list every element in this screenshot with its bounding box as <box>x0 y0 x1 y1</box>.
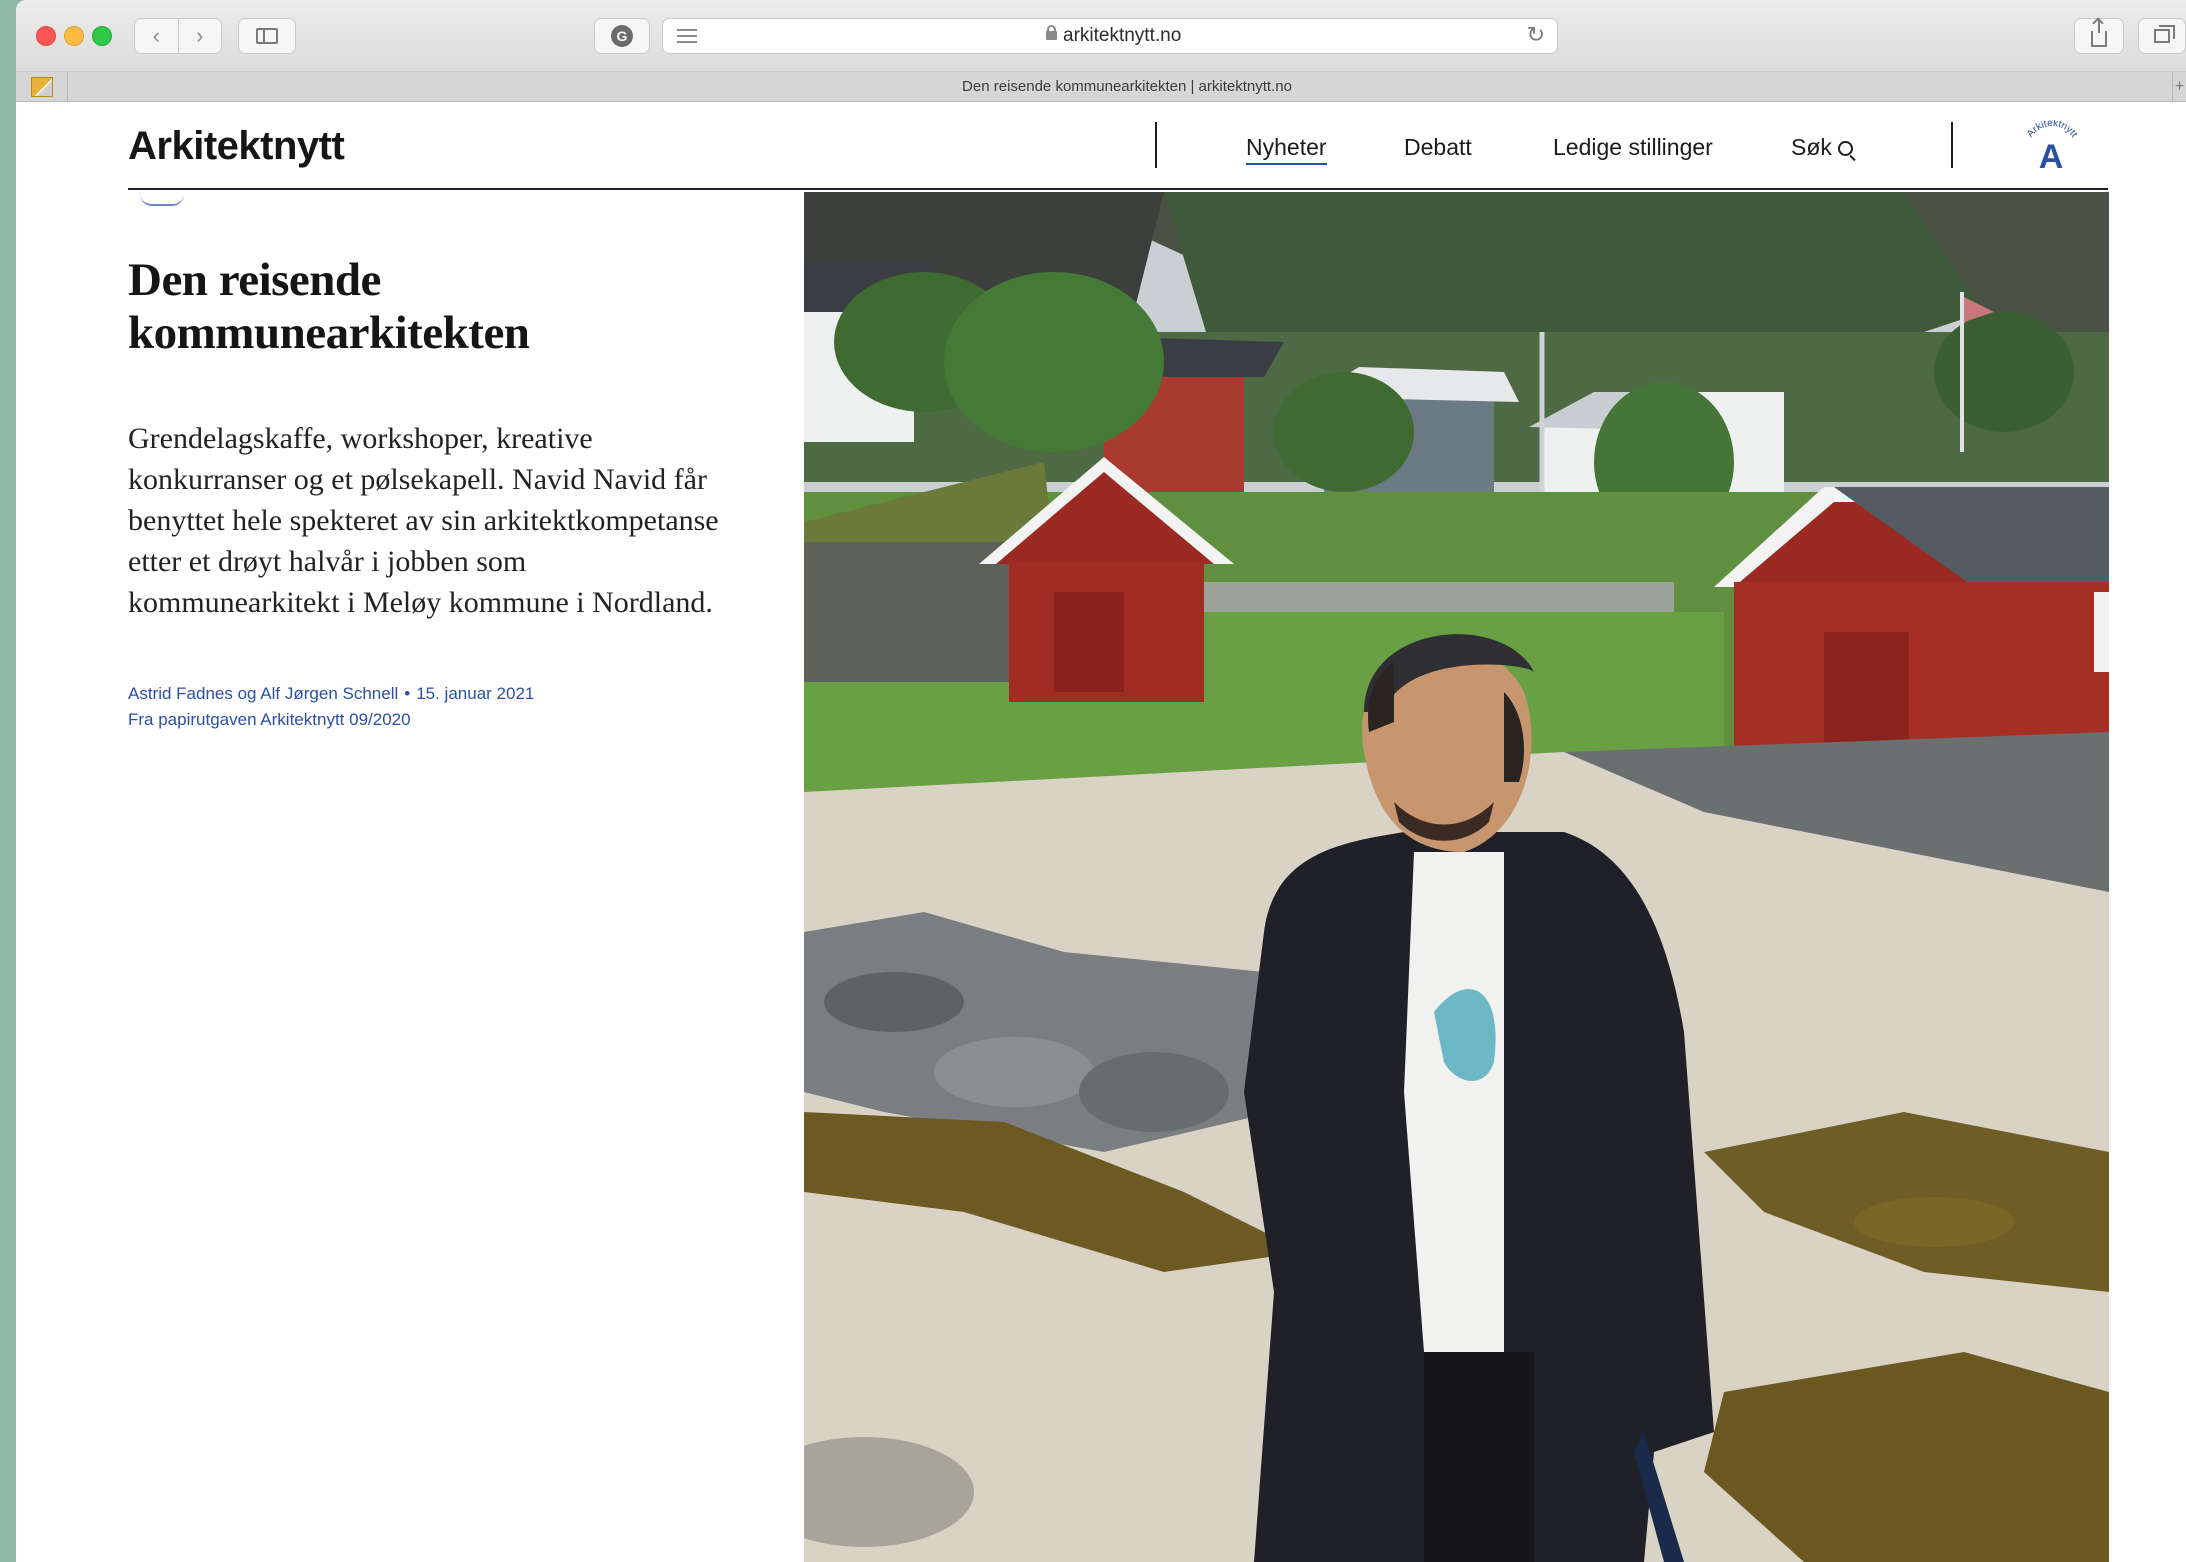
tabs-overview-icon <box>2154 25 2175 43</box>
headline-line-1: Den reisende <box>128 254 381 306</box>
nav-search[interactable]: Søk <box>1791 134 1853 161</box>
author-links[interactable]: Astrid Fadnes og Alf Jørgen Schnell <box>128 684 398 703</box>
web-page: Arkitektnytt Nyheter Debatt Ledige still… <box>16 102 2186 1562</box>
reload-icon[interactable]: ↻ <box>1527 22 1545 48</box>
new-tab-icon[interactable]: + <box>2172 72 2186 101</box>
article-headline: Den reisende kommunearkitekten <box>128 254 768 360</box>
header-divider <box>1951 122 1953 168</box>
show-tabs-button[interactable] <box>2138 18 2186 54</box>
forward-arrow-icon[interactable]: › <box>179 19 222 53</box>
article-byline: Astrid Fadnes og Alf Jørgen Schnell • 15. … <box>128 681 768 733</box>
share-button[interactable] <box>2074 18 2124 54</box>
browser-toolbar: ‹ › G arkitektnytt.no ↻ <box>16 0 2186 72</box>
badge-letter: A <box>2038 138 2064 176</box>
byline-authors-date: Astrid Fadnes og Alf Jørgen Schnell • 15. … <box>128 681 768 707</box>
tab-bar: Den reisende kommunearkitekten | arkitek… <box>16 72 2186 102</box>
arkitektnytt-badge-logo[interactable]: Arkitektnytt A <box>2016 120 2086 176</box>
header-underline-mark <box>140 194 184 206</box>
search-icon <box>1837 141 1853 156</box>
article-lede: Grendelagskaffe, workshoper, kreative ko… <box>128 422 719 619</box>
back-arrow-icon[interactable]: ‹ <box>135 19 179 53</box>
share-icon <box>2091 19 2107 47</box>
minimize-window-icon[interactable] <box>64 26 84 46</box>
lock-icon <box>1046 25 1057 40</box>
active-tab[interactable]: Den reisende kommunearkitekten | arkitek… <box>68 72 2186 101</box>
extension-button[interactable]: G <box>594 18 650 54</box>
history-nav-group: ‹ › <box>134 18 222 54</box>
url-text[interactable]: arkitektnytt.no <box>1063 25 1181 47</box>
print-edition-link[interactable]: Fra papirutgaven Arkitektnytt 09/2020 <box>128 710 411 729</box>
publish-date: 15. januar 2021 <box>416 684 535 703</box>
maximize-window-icon[interactable] <box>92 26 112 46</box>
headline-line-2: kommunearkitekten <box>128 307 530 359</box>
grammarly-icon: G <box>611 25 633 47</box>
search-label: Søk <box>1791 134 1832 160</box>
header-divider <box>1155 122 1157 168</box>
nav-nyheter[interactable]: Nyheter <box>1246 134 1327 165</box>
browser-window: ‹ › G arkitektnytt.no ↻ Den reisende kom… <box>16 0 2186 1562</box>
site-header: Arkitektnytt Nyheter Debatt Ledige still… <box>128 102 2108 190</box>
nav-ledige-stillinger[interactable]: Ledige stillinger <box>1553 134 1713 161</box>
reader-view-icon[interactable] <box>677 29 697 43</box>
site-logo[interactable]: Arkitektnytt <box>128 124 345 169</box>
hero-photo <box>804 192 2109 1562</box>
badge-arc-label: Arkitektnytt <box>2025 120 2080 140</box>
pinned-tab-favicon-icon <box>30 76 53 97</box>
close-window-icon[interactable] <box>36 26 56 46</box>
hero-photo-illustration <box>804 192 2109 1562</box>
sidebar-toggle-button[interactable] <box>238 18 296 54</box>
sidebar-icon <box>256 28 278 44</box>
article-intro: Den reisende kommunearkitekten Grendelag… <box>128 254 768 733</box>
address-bar[interactable]: arkitektnytt.no ↻ <box>662 18 1558 54</box>
byline-separator: • <box>404 684 411 703</box>
nav-debatt[interactable]: Debatt <box>1404 134 1472 161</box>
svg-text:Arkitektnytt: Arkitektnytt <box>2025 120 2080 140</box>
pinned-tab[interactable] <box>16 72 68 101</box>
